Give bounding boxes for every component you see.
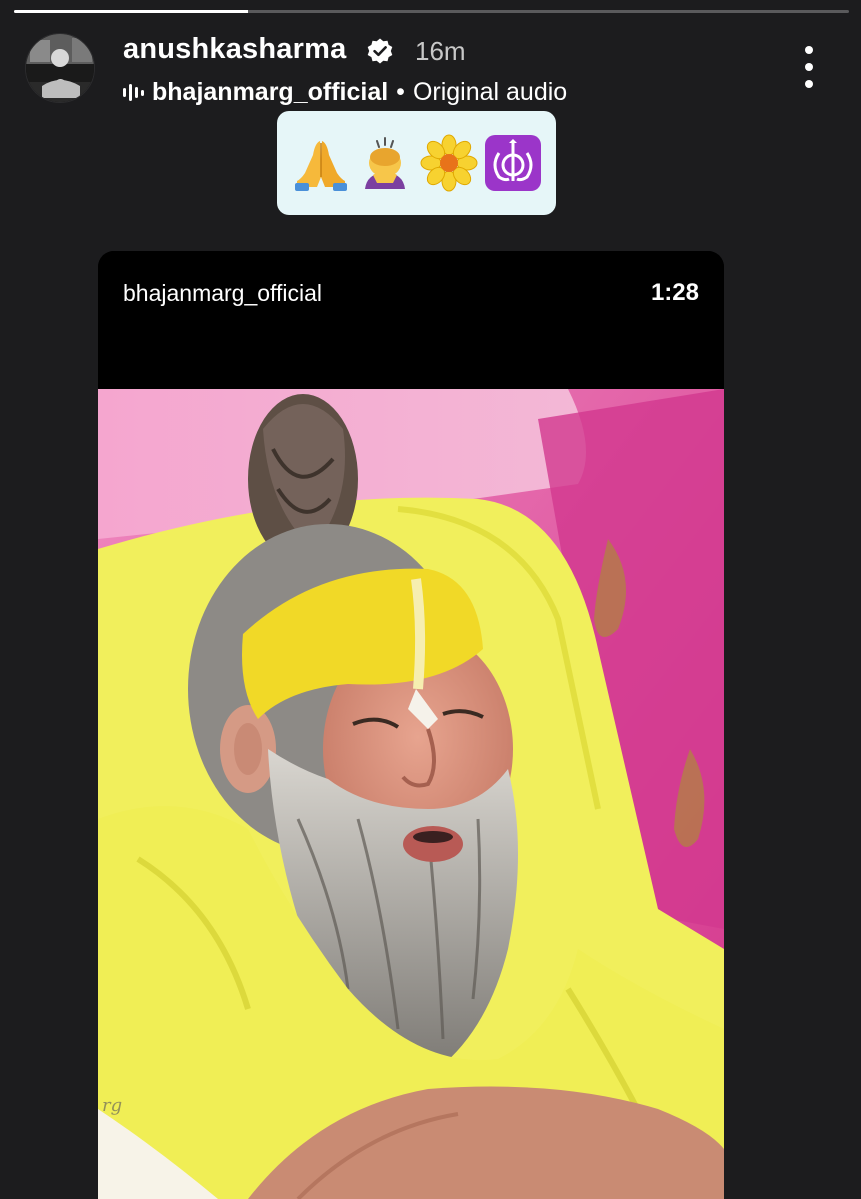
audio-bars-icon <box>123 84 144 101</box>
audio-author[interactable]: bhajanmarg_official <box>152 78 388 107</box>
emoji-sticker: 🙏 🙇‍♀️ 🌼 <box>277 111 556 215</box>
story-viewer: anushkasharma 16m bhajanmarg_official • … <box>0 0 861 1199</box>
story-progress-bar <box>14 10 849 13</box>
reel-duration: 1:28 <box>650 279 699 306</box>
reel-video-thumbnail[interactable]: rg <box>98 389 724 1199</box>
svg-text:rg: rg <box>102 1095 122 1116</box>
audio-label[interactable]: Original audio <box>413 78 567 107</box>
person-bowing-emoji: 🙇‍♀️ <box>364 137 405 189</box>
blossom-emoji: 🌼 <box>420 134 477 192</box>
avatar-image <box>26 34 94 102</box>
khanda-emoji: ☬ <box>484 135 541 191</box>
story-progress-fill <box>14 10 248 13</box>
reel-author[interactable]: bhajanmarg_official <box>123 280 322 307</box>
reel-header: bhajanmarg_official 1:28 <box>98 251 724 389</box>
audio-separator: • <box>396 77 405 106</box>
more-vertical-icon[interactable] <box>798 46 820 88</box>
folded-hands-emoji: 🙏 <box>294 141 347 191</box>
post-timestamp: 16m <box>415 36 466 66</box>
shared-reel-card[interactable]: bhajanmarg_official 1:28 rg <box>98 251 724 1199</box>
username[interactable]: anushkasharma <box>123 33 346 66</box>
verified-badge-icon <box>367 38 393 64</box>
avatar[interactable] <box>25 33 95 103</box>
audio-attribution[interactable]: bhajanmarg_official • Original audio <box>122 76 567 108</box>
